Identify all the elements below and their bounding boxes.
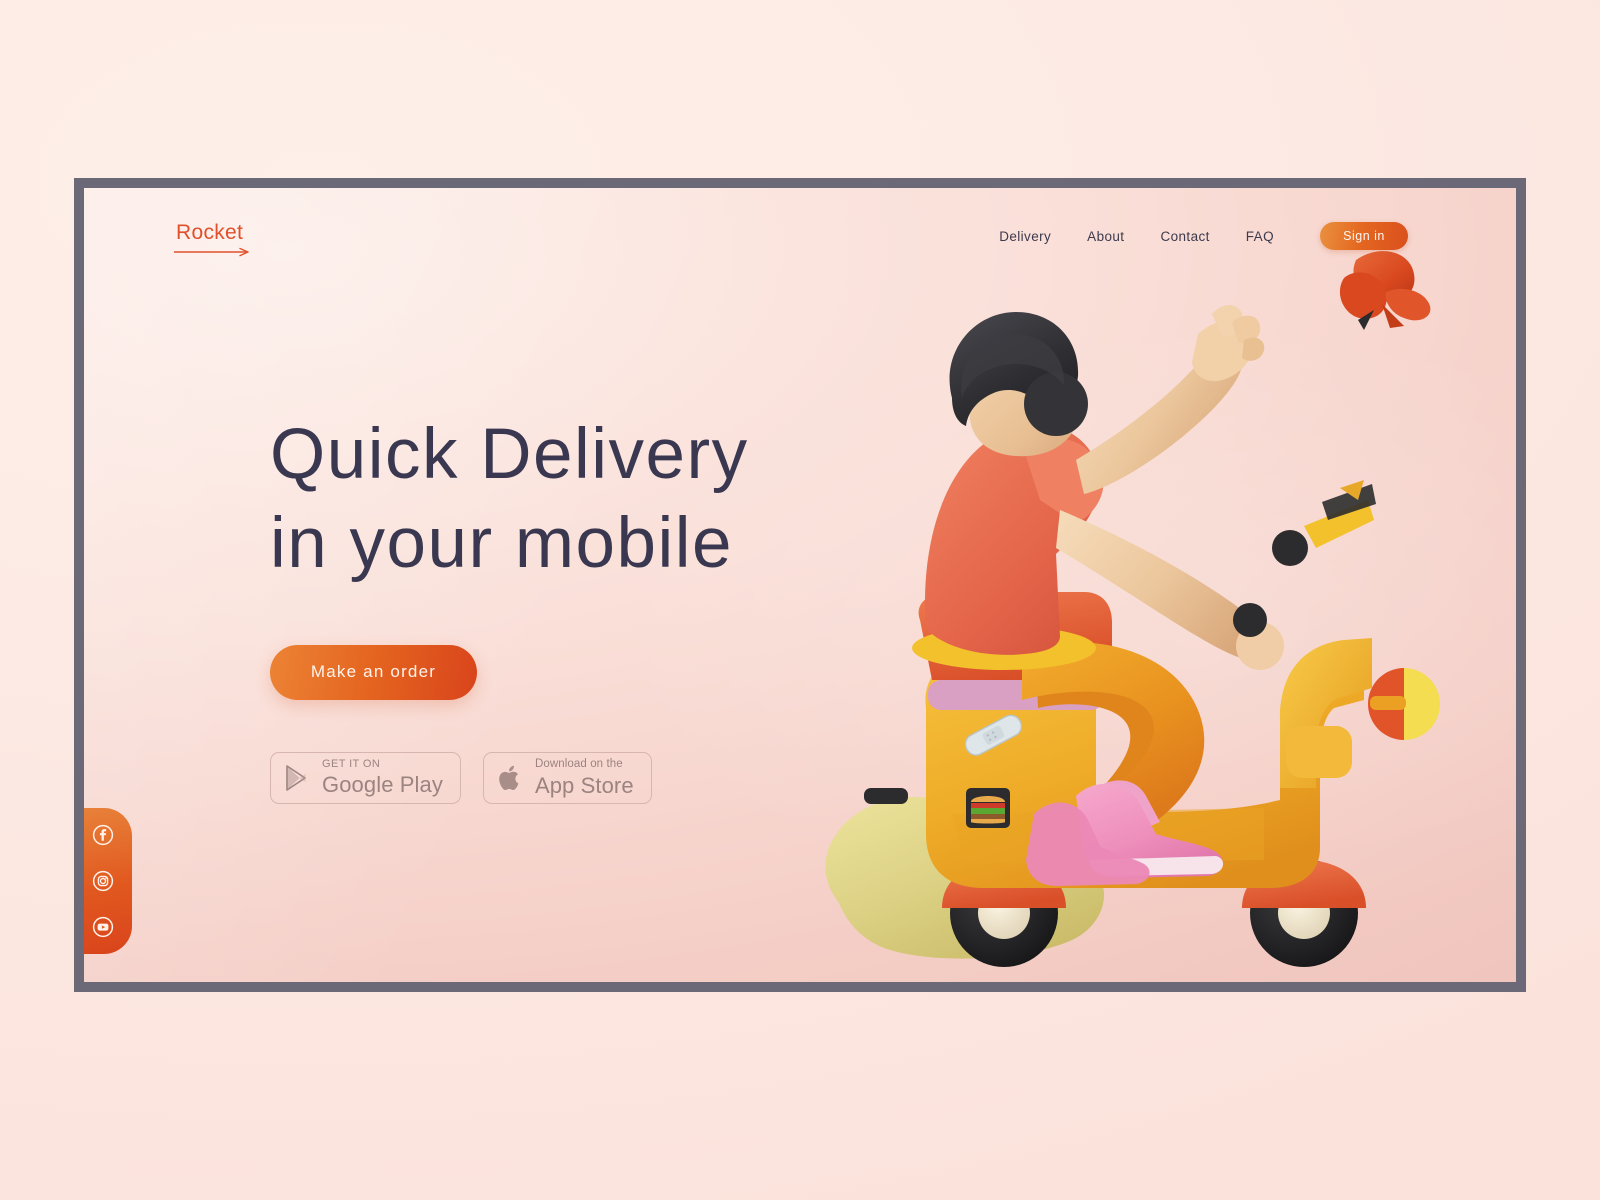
rider-raised-hand: [1192, 305, 1265, 382]
scooter-headlight: [1368, 668, 1440, 740]
logo[interactable]: Rocket: [174, 221, 249, 257]
google-play-icon: [286, 765, 306, 791]
rider-hair-bun: [1024, 372, 1088, 436]
social-link-youtube[interactable]: [90, 914, 116, 940]
app-store-badge-big: App Store: [534, 772, 634, 798]
instagram-icon: [92, 870, 114, 892]
hero-headline-line-2: in your mobile: [270, 504, 733, 584]
burger-sticker: [966, 788, 1010, 828]
app-store-badge[interactable]: Download on the App Store: [482, 751, 652, 804]
nav-item-contact[interactable]: Contact: [1160, 229, 1209, 244]
google-play-badge-big: Google Play: [322, 772, 443, 798]
google-play-badge-text: GET IT ON Google Play: [322, 759, 443, 796]
hero-headline-line-1: Quick Delivery: [270, 415, 749, 494]
youtube-icon: [92, 916, 114, 938]
social-link-instagram[interactable]: [90, 868, 116, 894]
nav-item-faq[interactable]: FAQ: [1246, 229, 1274, 244]
device-frame: Rocket Delivery About Contact FAQ Sign i…: [74, 178, 1526, 992]
main-nav: Delivery About Contact FAQ Sign in: [999, 214, 1408, 258]
google-play-badge[interactable]: GET IT ON Google Play: [270, 751, 461, 804]
site-viewport: Rocket Delivery About Contact FAQ Sign i…: [84, 188, 1516, 982]
site-header: Rocket Delivery About Contact FAQ Sign i…: [84, 214, 1516, 274]
hero-headline: Quick Delivery in your mobile: [270, 410, 890, 589]
store-badges: GET IT ON Google Play Download on the Ap…: [270, 751, 890, 804]
nav-item-about[interactable]: About: [1087, 229, 1124, 244]
google-play-badge-small: GET IT ON: [322, 758, 381, 771]
app-store-badge-small: Download on the: [534, 758, 623, 771]
app-store-badge-text: Download on the App Store: [535, 759, 634, 797]
handlebar-grip-front: [1233, 603, 1267, 637]
scooter-headlight-housing: [1286, 726, 1352, 778]
facebook-icon: [92, 824, 114, 846]
social-rail: [84, 808, 132, 954]
nav-item-delivery[interactable]: Delivery: [999, 229, 1051, 244]
sign-in-button[interactable]: Sign in: [1320, 222, 1408, 250]
handlebar-grip-rear: [1272, 530, 1308, 566]
page-canvas: Rocket Delivery About Contact FAQ Sign i…: [0, 0, 1600, 1200]
make-an-order-button[interactable]: Make an order: [270, 644, 477, 700]
social-link-facebook[interactable]: [90, 822, 116, 848]
logo-text: Rocket: [176, 221, 244, 244]
hero-section: Quick Delivery in your mobile Make an or…: [270, 410, 890, 804]
logo-arrow-icon: [174, 247, 249, 257]
apple-icon: [499, 765, 519, 790]
